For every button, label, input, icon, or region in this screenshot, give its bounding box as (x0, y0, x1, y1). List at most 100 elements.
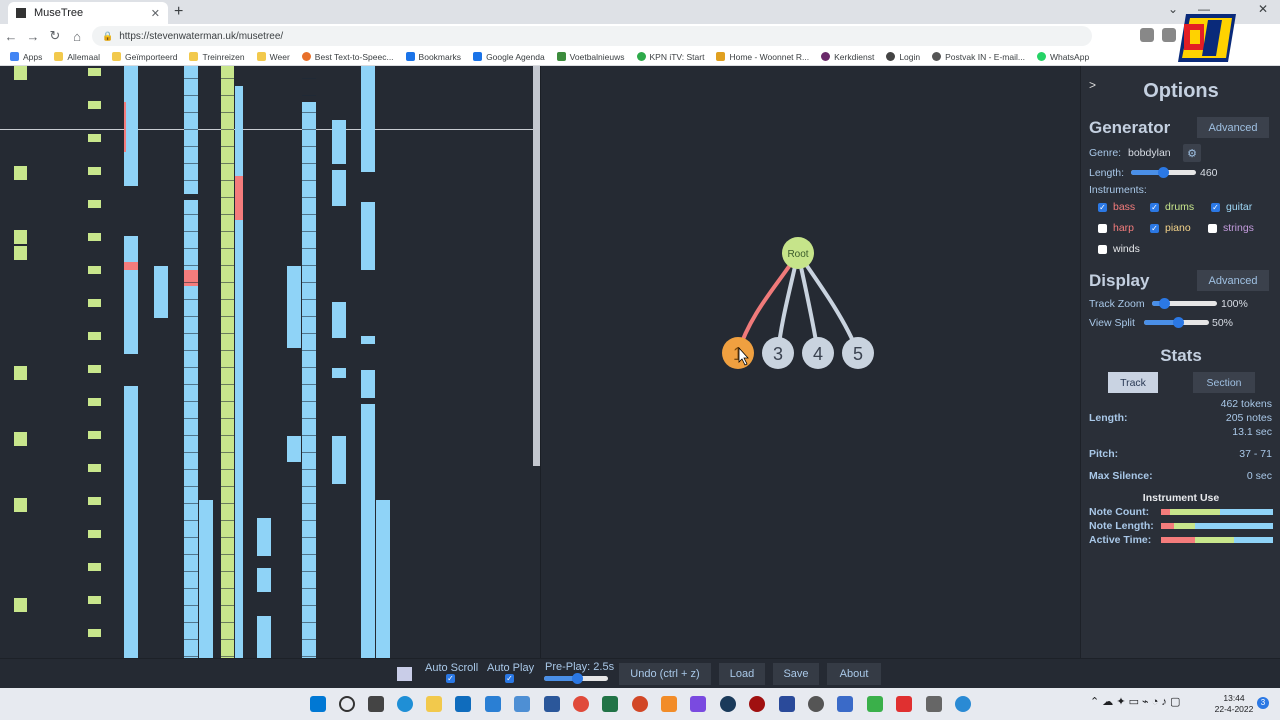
note-separator (221, 554, 234, 555)
excel-icon[interactable] (602, 696, 618, 712)
tree-node[interactable]: 3 (762, 337, 794, 369)
app-icon[interactable] (926, 696, 942, 712)
powerpoint-icon[interactable] (632, 696, 648, 712)
drums-note (88, 332, 101, 340)
about-button[interactable]: About (827, 663, 881, 685)
tree-node[interactable]: 5 (842, 337, 874, 369)
guitar-note (124, 386, 138, 658)
load-button[interactable]: Load (719, 663, 765, 685)
track-view[interactable] (0, 66, 533, 658)
bookmark-item[interactable]: Weer (256, 51, 290, 62)
app-icon[interactable] (514, 696, 530, 712)
system-tray-icons[interactable]: ⌃ ☁ ✦ ▭ ⌁ ◔ ♪ ▢ (1090, 697, 1180, 708)
instrument-bass-checkbox[interactable]: ✓ bass (1098, 201, 1135, 213)
pre-play-slider[interactable] (544, 673, 608, 684)
close-window-icon[interactable]: ✕ (1258, 2, 1268, 16)
share-icon[interactable] (1140, 28, 1154, 42)
note-separator (221, 129, 234, 130)
chrome-icon[interactable] (573, 696, 589, 712)
bookmark-item[interactable]: Treinreizen (189, 51, 245, 62)
browser-tab[interactable]: MuseTree ✕ (8, 2, 168, 24)
drums-note (88, 299, 101, 307)
folder-icon (111, 51, 121, 61)
bookmark-item[interactable]: Bookmarks (405, 51, 461, 62)
note-separator (302, 78, 316, 79)
clock[interactable]: 13:44 22-4-2022 (1206, 693, 1262, 715)
app-icon[interactable] (779, 696, 795, 712)
app-icon[interactable] (690, 696, 706, 712)
stats-track-tab[interactable]: Track (1108, 372, 1158, 393)
stats-section-tab[interactable]: Section (1193, 372, 1255, 393)
start-icon[interactable] (310, 696, 326, 712)
word-icon[interactable] (544, 696, 560, 712)
auto-play-checkbox[interactable]: ✓ (505, 674, 514, 683)
app-icon[interactable] (749, 696, 765, 712)
view-split-label: View Split (1089, 317, 1135, 329)
bookmark-item[interactable]: Postvak IN - E-mail... (932, 51, 1025, 62)
search-icon[interactable] (339, 696, 355, 712)
notification-badge[interactable]: 3 (1257, 697, 1269, 709)
browser-tab-bar: MuseTree ✕ + ⌄ — ✕ (0, 0, 1280, 24)
app-icon[interactable] (837, 696, 853, 712)
display-advanced-button[interactable]: Advanced (1197, 270, 1269, 291)
outlook-icon[interactable] (455, 696, 471, 712)
url-input[interactable]: 🔒 https://stevenwaterman.uk/musetree/ (92, 26, 1092, 46)
instrument-guitar-checkbox[interactable]: ✓ guitar (1211, 201, 1252, 213)
tree-node[interactable]: 4 (802, 337, 834, 369)
edge-icon[interactable] (397, 696, 413, 712)
vlc-icon[interactable] (661, 696, 677, 712)
tab-close-icon[interactable]: ✕ (151, 7, 160, 20)
tree-view[interactable]: Root 1 3 4 5 (541, 66, 1080, 658)
view-split-slider[interactable] (1144, 317, 1209, 328)
bookmark-item[interactable]: Apps (10, 51, 42, 62)
instrument-drums-checkbox[interactable]: ✓ drums (1150, 201, 1194, 213)
bookmark-item[interactable]: Allemaal (54, 51, 100, 62)
app-icon[interactable] (896, 696, 912, 712)
view-split-handle[interactable] (533, 66, 540, 466)
bookmark-item[interactable]: Geïmporteerd (111, 51, 177, 62)
bookmark-item[interactable]: Kerkdienst (821, 51, 874, 62)
mail-icon[interactable] (485, 696, 501, 712)
auto-scroll-checkbox[interactable]: ✓ (446, 674, 455, 683)
bookmark-item[interactable]: Home - Woonnet R... (716, 51, 809, 62)
stats-title: Stats (1160, 346, 1202, 365)
save-button[interactable]: Save (773, 663, 819, 685)
instrument-harp-checkbox[interactable]: harp (1098, 222, 1134, 234)
bookmark-item[interactable]: Login (886, 51, 920, 62)
tree-node-selected[interactable]: 1 (722, 337, 754, 369)
star-icon[interactable] (1162, 28, 1176, 42)
length-slider[interactable] (1131, 167, 1196, 178)
tree-node-root[interactable]: Root (782, 237, 814, 269)
gear-icon[interactable]: ⚙ (1183, 144, 1201, 162)
instrument-piano-checkbox[interactable]: ✓ piano (1150, 222, 1191, 234)
instrument-strings-checkbox[interactable]: strings (1208, 222, 1254, 234)
note-separator (221, 265, 234, 266)
bookmark-item[interactable]: WhatsApp (1036, 51, 1089, 62)
instrument-winds-checkbox[interactable]: winds (1098, 243, 1140, 255)
file-explorer-icon[interactable] (426, 696, 442, 712)
tree-edge-selected (736, 251, 800, 354)
reload-icon[interactable]: ↻ (44, 28, 66, 44)
instrument-use-segment (1194, 523, 1273, 529)
bookmark-item[interactable]: KPN iTV: Start (636, 51, 704, 62)
bookmark-item[interactable]: Google Agenda (473, 51, 545, 62)
bookmark-item[interactable]: Best Text-to-Speec... (301, 51, 394, 62)
note-separator (184, 418, 198, 419)
generator-advanced-button[interactable]: Advanced (1197, 117, 1269, 138)
track-zoom-slider[interactable] (1152, 298, 1217, 309)
bookmark-item[interactable]: Voetbalnieuws (556, 51, 625, 62)
app-icon[interactable] (867, 696, 883, 712)
back-icon[interactable]: ← (0, 29, 22, 44)
app-icon[interactable] (720, 696, 736, 712)
home-icon[interactable]: ⌂ (66, 29, 88, 44)
app-icon[interactable] (955, 696, 971, 712)
new-tab-button[interactable]: + (174, 3, 183, 21)
task-view-icon[interactable] (368, 696, 384, 712)
genre-select[interactable]: bobdylan (1128, 147, 1171, 159)
undo-button[interactable]: Undo (ctrl + z) (619, 663, 711, 685)
note-separator (302, 452, 316, 453)
stat-silence-label: Max Silence: (1089, 470, 1153, 482)
headphones-icon[interactable] (808, 696, 824, 712)
stop-button[interactable] (397, 667, 412, 681)
forward-icon[interactable]: → (22, 29, 44, 44)
